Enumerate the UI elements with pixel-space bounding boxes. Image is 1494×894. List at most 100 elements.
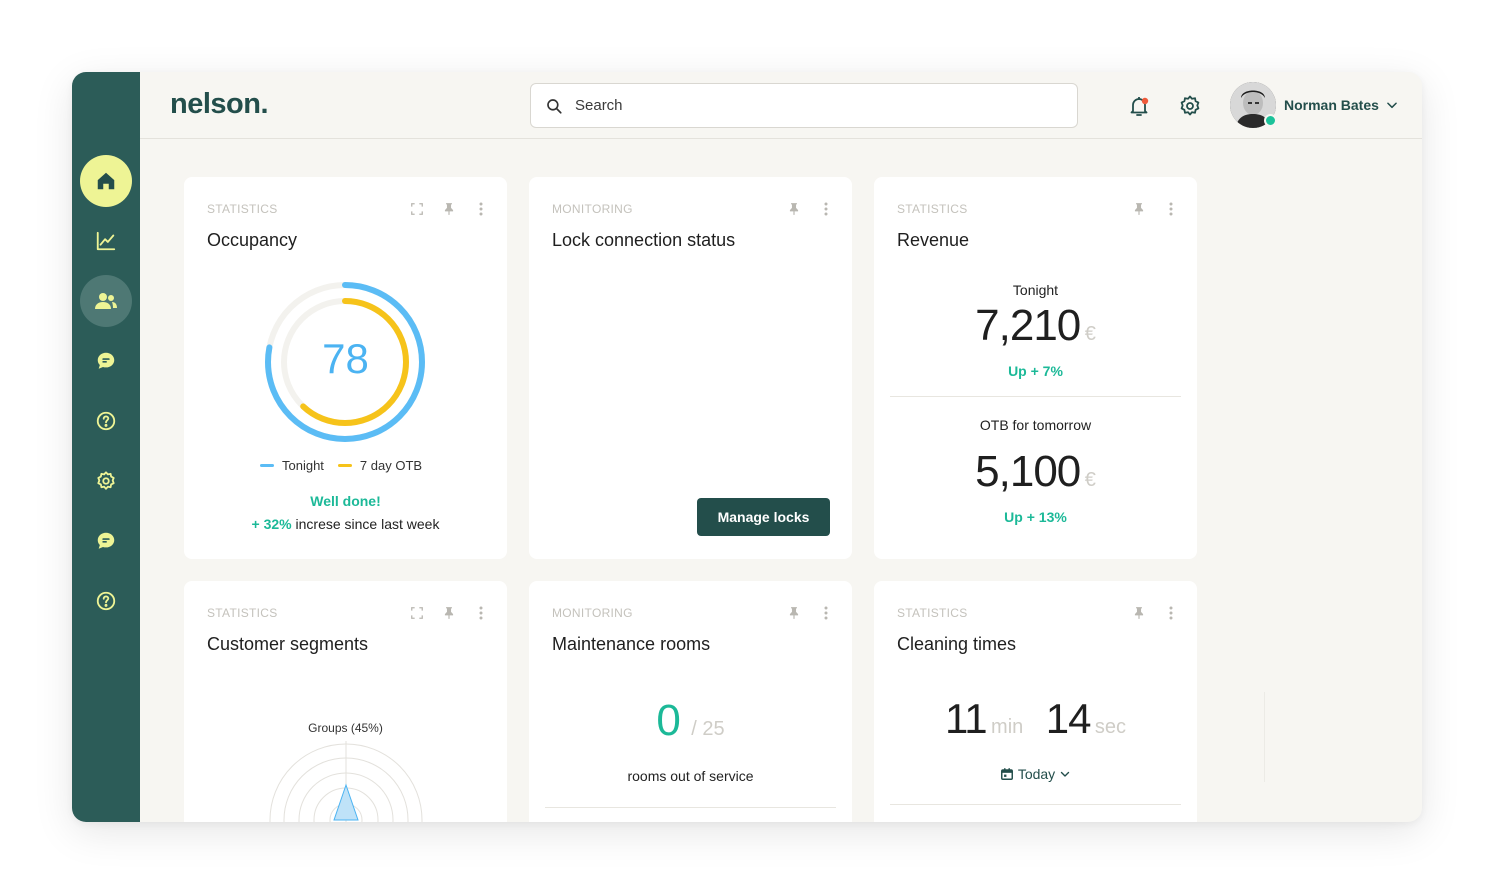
legend-label-tonight: Tonight [282,458,324,473]
increase-line: + 32% increse since last week [184,516,507,532]
sidebar-item-analytics[interactable] [80,215,132,267]
avatar [1230,82,1277,128]
revenue-tonight-change: Up + 7% [1008,363,1063,379]
gear-icon [1180,95,1200,116]
more-vertical-icon [1169,202,1173,216]
legend-swatch-otb [337,464,352,467]
more-vertical-icon [824,606,828,620]
user-name: Norman Bates [1284,97,1379,113]
search-input[interactable] [575,97,1055,114]
manage-locks-button[interactable]: Manage locks [697,498,830,536]
cleaning-times-card: STATISTICS Cleaning times 11 min 14 sec … [874,581,1197,822]
revenue-otb-label: OTB for tomorrow [979,417,1092,433]
sidebar-item-messages-2[interactable] [80,515,132,567]
online-status-dot [1264,114,1277,127]
more-vertical-icon [479,606,483,620]
pin-icon [444,203,454,215]
pin-button[interactable] [1131,201,1147,217]
card-title: Cleaning times [897,634,1017,654]
chevron-down-icon [1060,771,1070,777]
seconds-unit: sec [1094,716,1127,738]
pin-button[interactable] [786,605,802,621]
chart-icon [96,231,116,251]
nelson-logo[interactable]: nelson. [170,88,269,121]
card-category: MONITORING [552,202,633,216]
occupancy-card: STATISTICS Occupancy 78 Tonight 7 day OT… [184,177,507,559]
user-menu[interactable]: Norman Bates [1230,82,1399,128]
segments-radar: 0 20 40 60 80 100 [269,741,423,822]
well-done-label: Well done! [310,493,381,509]
segment-label: Groups (45%) [308,721,383,735]
maintenance-caption: rooms out of service [627,768,754,784]
period-label: Today [1017,766,1056,782]
maintenance-total: / 25 [691,718,725,740]
more-vertical-icon [479,202,483,216]
scroll-track [1264,692,1265,782]
settings-button[interactable] [1176,92,1204,120]
pin-icon [1134,607,1144,619]
pin-button[interactable] [786,201,802,217]
card-category: STATISTICS [207,606,278,620]
users-icon [95,293,117,309]
cleaning-minutes: 11 [944,695,988,742]
revenue-tonight-label: Tonight [1012,282,1059,298]
more-button[interactable] [473,605,489,621]
expand-icon [411,607,423,619]
chat-icon [97,532,115,549]
sidebar-item-help[interactable] [80,395,132,447]
notifications-button[interactable] [1125,92,1153,120]
card-category: MONITORING [552,606,633,620]
pin-icon [1134,203,1144,215]
increase-text: increse since last week [295,516,440,532]
revenue-otb-value: 5,100 [975,447,1081,496]
cleaning-seconds: 14 [1045,695,1092,742]
maintenance-count: 0 / 25 [529,696,852,746]
cleaning-time: 11 min 14 sec [874,695,1197,743]
more-button[interactable] [1163,201,1179,217]
card-category: STATISTICS [897,202,968,216]
expand-icon [411,203,423,215]
sidebar-item-messages[interactable] [80,335,132,387]
currency-symbol: € [1084,323,1096,345]
help-icon [96,591,116,611]
more-button[interactable] [473,201,489,217]
maintenance-rooms-card: MONITORING Maintenance rooms 0 / 25 room… [529,581,852,822]
card-tools [1131,201,1179,217]
divider [545,807,836,808]
pin-button[interactable] [441,605,457,621]
sidebar-item-home[interactable] [80,155,132,207]
expand-button[interactable] [409,605,425,621]
card-tools [1131,605,1179,621]
radar-area [333,783,359,821]
occupancy-legend: Tonight 7 day OTB [260,458,422,473]
card-tools [409,605,489,621]
pin-icon [789,203,799,215]
gear-icon [97,471,115,490]
legend-label-otb: 7 day OTB [359,458,423,473]
pin-icon [789,607,799,619]
search-box[interactable] [530,83,1078,128]
legend-swatch-tonight [260,464,274,467]
card-category: STATISTICS [207,202,278,216]
card-tools [786,605,834,621]
chevron-down-icon [1387,102,1397,109]
more-button[interactable] [818,201,834,217]
divider [890,396,1181,397]
expand-button[interactable] [409,201,425,217]
sidebar-item-settings[interactable] [80,455,132,507]
chat-icon [97,352,115,369]
sidebar-item-guests[interactable] [80,275,132,327]
card-title: Occupancy [207,230,298,250]
sidebar-item-help-2[interactable] [80,575,132,627]
more-vertical-icon [1169,606,1173,620]
period-dropdown[interactable]: Today [874,766,1197,782]
pin-button[interactable] [441,201,457,217]
pin-button[interactable] [1131,605,1147,621]
revenue-tonight-value: 7,210 [975,301,1081,350]
lock-status-card: MONITORING Lock connection status Manage… [529,177,852,559]
more-button[interactable] [1163,605,1179,621]
sidebar [72,72,140,822]
calendar-icon [1000,768,1013,780]
revenue-tonight-amount: 7,210 € [874,301,1197,351]
more-button[interactable] [818,605,834,621]
